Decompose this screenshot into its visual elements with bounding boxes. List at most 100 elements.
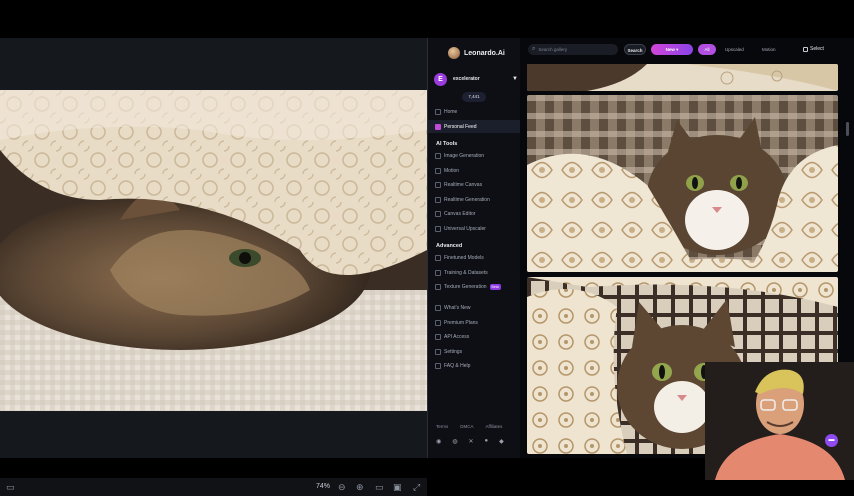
- brand[interactable]: Leonardo.Ai: [448, 46, 505, 60]
- sidebar-item-image-generation[interactable]: Image Generation: [428, 149, 521, 162]
- caret-down-icon: ▼: [512, 76, 518, 82]
- x-icon[interactable]: ✕: [469, 438, 474, 445]
- sparkle-icon: [435, 304, 441, 311]
- social-icons: ◉ ◍ ✕ ● ◆: [436, 438, 504, 445]
- preview-toolbar: ▭ 74% ⊖ ⊕ ▭ ▣ ⤢: [0, 478, 427, 496]
- sidebar-item-label: Settings: [444, 348, 463, 355]
- fullscreen-icon[interactable]: ⤢: [413, 478, 420, 496]
- sidebar-item-label: Canvas Editor: [444, 210, 476, 217]
- filter-upscaled[interactable]: Upscaled: [725, 44, 744, 55]
- sidebar-item-label: Motion: [444, 167, 460, 174]
- sidebar-item-texture-generation[interactable]: Texture Generation Beta: [428, 280, 521, 293]
- sidebar-item-label: Image Generation: [444, 152, 485, 159]
- sidebar-item-label: Universal Upscaler: [444, 225, 486, 232]
- upscale-icon: [435, 225, 441, 232]
- image-preview-panel: ▭ 74% ⊖ ⊕ ▭ ▣ ⤢: [0, 38, 427, 496]
- token-balance[interactable]: 7,441: [462, 92, 486, 102]
- motion-icon: [435, 167, 441, 174]
- chevron-down-icon: ▾: [676, 47, 679, 52]
- beta-badge: Beta: [489, 283, 501, 290]
- sidebar-item-realtime-canvas[interactable]: Realtime Canvas: [428, 178, 521, 191]
- sidebar-item-label: Texture Generation: [444, 283, 487, 290]
- dmca-link[interactable]: DMCA: [460, 424, 473, 429]
- affiliates-link[interactable]: Affiliates: [486, 424, 503, 429]
- brush-icon: [435, 210, 441, 217]
- select-toggle[interactable]: Select: [803, 44, 824, 55]
- sidebar-item-home[interactable]: Home: [428, 105, 521, 118]
- sidebar-item-personal-feed[interactable]: Personal Feed: [428, 120, 521, 133]
- user-menu[interactable]: E excelerator ▼: [434, 72, 518, 86]
- code-icon: [435, 333, 441, 340]
- sidebar-item-api-access[interactable]: API Access: [428, 330, 521, 343]
- sidebar-item-label: FAQ & Help: [444, 362, 471, 369]
- sidebar-item-label: Personal Feed: [444, 123, 477, 130]
- gallery-image-1[interactable]: [527, 64, 838, 91]
- webcam-overlay: [705, 362, 854, 480]
- gallery-toolbar: ⌕ Search New ▾ All Upscaled Motion Selec…: [520, 38, 854, 60]
- texture-icon: [435, 283, 441, 290]
- sidebar-item-label: Finetuned Models: [444, 254, 484, 261]
- help-icon: [435, 362, 441, 369]
- zoom-out-icon[interactable]: ⊖: [338, 478, 346, 496]
- filter-motion[interactable]: Motion: [762, 44, 776, 55]
- facebook-icon[interactable]: ●: [485, 438, 489, 445]
- sidebar-item-label: Realtime Generation: [444, 196, 490, 203]
- filter-all[interactable]: All: [698, 44, 716, 55]
- crown-icon: [435, 319, 441, 326]
- canvas-icon: [435, 181, 441, 188]
- preview-image: [0, 90, 427, 411]
- footer-links: Terms DMCA Affiliates: [436, 424, 502, 429]
- top-black-bar: [0, 0, 854, 38]
- fit-screen-icon[interactable]: ▭: [375, 478, 384, 496]
- lightning-icon: [435, 196, 441, 203]
- zoom-in-icon[interactable]: ⊕: [356, 478, 364, 496]
- sidebar-item-faq-help[interactable]: FAQ & Help: [428, 359, 521, 372]
- sidebar-item-label: Home: [444, 108, 458, 115]
- sidebar-item-motion[interactable]: Motion: [428, 164, 521, 177]
- sidebar-item-realtime-generation[interactable]: Realtime Generation: [428, 193, 521, 206]
- image-icon: [435, 152, 441, 159]
- brand-name: Leonardo.Ai: [464, 49, 505, 57]
- gallery-scrollbar[interactable]: [846, 122, 849, 136]
- feed-icon: [435, 123, 441, 130]
- chat-icon[interactable]: ▬: [825, 434, 838, 447]
- leonardo-logo-icon: [448, 47, 460, 59]
- monitor-icon[interactable]: ▭: [6, 478, 15, 496]
- terms-link[interactable]: Terms: [436, 424, 448, 429]
- zoom-level: 74%: [316, 483, 331, 490]
- avatar: E: [434, 72, 447, 86]
- sidebar-item-canvas-editor[interactable]: Canvas Editor: [428, 207, 521, 220]
- home-icon: [435, 108, 441, 115]
- sidebar-item-finetuned-models[interactable]: Finetuned Models: [428, 251, 521, 264]
- sidebar-item-label: What's New: [444, 304, 471, 311]
- apple-icon[interactable]: ◆: [499, 438, 504, 445]
- sidebar-item-whats-new[interactable]: What's New: [428, 301, 521, 314]
- new-button-label: New: [665, 47, 675, 52]
- section-title-advanced: Advanced: [436, 243, 463, 249]
- sidebar-item-premium-plans[interactable]: Premium Plans: [428, 316, 521, 329]
- search-box[interactable]: ⌕: [528, 44, 618, 55]
- sidebar-item-label: Realtime Canvas: [444, 181, 483, 188]
- reddit-icon[interactable]: ◍: [452, 438, 457, 445]
- search-icon: ⌕: [532, 46, 536, 52]
- user-name: excelerator: [453, 76, 480, 82]
- model-icon: [435, 254, 441, 261]
- sidebar-item-label: Training & Datasets: [444, 269, 488, 276]
- sidebar-item-universal-upscaler[interactable]: Universal Upscaler: [428, 222, 521, 235]
- discord-icon[interactable]: ◉: [436, 438, 441, 445]
- new-button[interactable]: New ▾: [651, 44, 693, 55]
- sidebar-item-label: API Access: [444, 333, 470, 340]
- sidebar-item-training-datasets[interactable]: Training & Datasets: [428, 266, 521, 279]
- sidebar: Leonardo.Ai E excelerator ▼ 7,441 Home P…: [427, 38, 521, 458]
- dataset-icon: [435, 269, 441, 276]
- gear-icon: [435, 348, 441, 355]
- section-title-ai-tools: AI Tools: [436, 141, 458, 147]
- sidebar-item-settings[interactable]: Settings: [428, 345, 521, 358]
- select-label: Select: [810, 46, 824, 52]
- actual-size-icon[interactable]: ▣: [393, 478, 402, 496]
- search-button[interactable]: Search: [624, 44, 646, 55]
- sidebar-item-label: Premium Plans: [444, 319, 478, 326]
- checkbox-icon: [803, 47, 808, 52]
- gallery-image-2[interactable]: [527, 95, 838, 272]
- search-input[interactable]: [538, 47, 609, 52]
